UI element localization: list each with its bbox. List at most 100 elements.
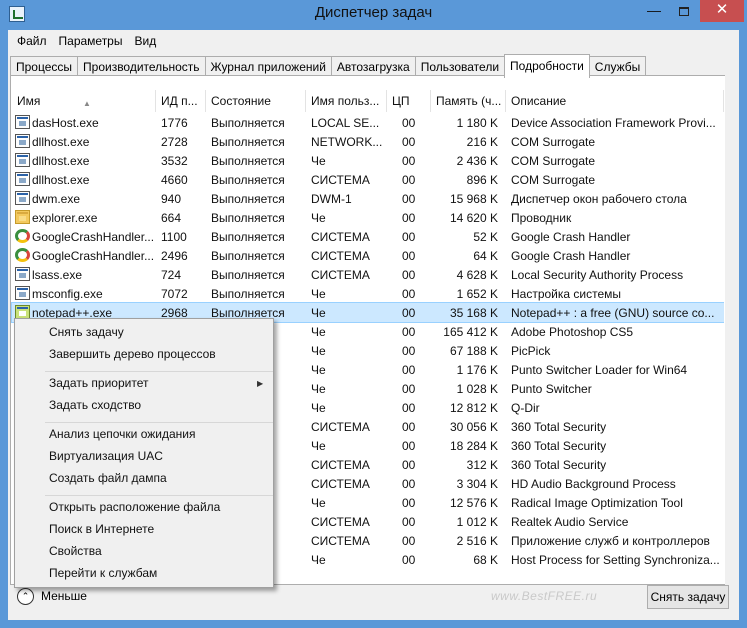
process-cpu: 00 (402, 382, 416, 396)
process-name: msconfig.exe (32, 287, 103, 301)
process-state: Выполняется (211, 249, 285, 263)
context-menu-item[interactable]: Перейти к службам (49, 566, 157, 580)
process-row[interactable]: msconfig.exe 7072 Выполняется Че 00 1 652 K На… (12, 284, 724, 303)
tab-app-history[interactable]: Журнал приложений (204, 56, 332, 77)
menu-bar: Файл Параметры Вид (8, 30, 739, 52)
process-memory: 12 812 K (449, 401, 498, 415)
process-cpu: 00 (402, 477, 416, 491)
process-state: Выполняется (211, 192, 285, 206)
tab-users[interactable]: Пользователи (414, 56, 506, 77)
process-row[interactable]: dasHost.exe 1776 Выполняется LOCAL SE... 00 1… (12, 113, 724, 132)
process-name: dwm.exe (32, 192, 81, 206)
process-state: Выполняется (211, 268, 285, 282)
google-process-icon (15, 248, 30, 262)
process-description: 360 Total Security (511, 458, 607, 472)
column-memory[interactable]: Память (ч... (431, 90, 506, 112)
process-memory: 896 K (466, 173, 498, 187)
process-user: LOCAL SE... (311, 116, 380, 130)
process-pid: 1776 (161, 116, 188, 130)
process-memory: 3 304 K (456, 477, 498, 491)
process-name: dllhost.exe (32, 173, 90, 187)
process-cpu: 00 (402, 363, 416, 377)
column-user[interactable]: Имя польз... (306, 90, 387, 112)
process-row[interactable]: dwm.exe 940 Выполняется DWM-1 00 15 968 K Дисп… (12, 189, 724, 208)
menu-view[interactable]: Вид (128, 30, 162, 52)
process-row[interactable]: dllhost.exe 2728 Выполняется NETWORK... 00 21… (12, 132, 724, 151)
maximize-button[interactable] (670, 0, 698, 22)
process-description: COM Surrogate (511, 135, 596, 149)
process-description: Приложение служб и контроллеров (511, 534, 710, 548)
tab-details[interactable]: Подробности (504, 54, 590, 78)
menu-options[interactable]: Параметры (53, 30, 129, 52)
column-cpu[interactable]: ЦП (387, 90, 431, 112)
fewer-details-link[interactable]: Меньше (41, 589, 87, 603)
app-process-icon (15, 267, 30, 281)
column-pid[interactable]: ИД п... (156, 90, 206, 112)
column-state[interactable]: Состояние (206, 90, 306, 112)
context-menu-item[interactable]: Завершить дерево процессов (49, 347, 216, 361)
tab-performance[interactable]: Производительность (77, 56, 206, 77)
process-user: Че (311, 306, 326, 320)
menu-file[interactable]: Файл (11, 30, 53, 52)
close-button[interactable]: ✕ (700, 0, 744, 22)
process-row[interactable]: explorer.exe 664 Выполняется Че 00 14 620 K Пр… (12, 208, 724, 227)
app-process-icon (15, 191, 30, 205)
process-memory: 1 028 K (456, 382, 498, 396)
tab-startup[interactable]: Автозагрузка (330, 56, 416, 77)
process-row[interactable]: dllhost.exe 4660 Выполняется СИСТЕМА 00 896 K… (12, 170, 724, 189)
process-description: Device Association Framework Provi... (511, 116, 716, 130)
watermark-text: www.BestFREE.ru (491, 589, 598, 603)
process-user: СИСТЕМА (311, 173, 370, 187)
process-description: Проводник (511, 211, 572, 225)
minimize-button[interactable]: — (640, 0, 668, 22)
process-memory: 216 K (466, 135, 498, 149)
process-pid: 664 (161, 211, 182, 225)
vertical-scrollbar[interactable] (724, 76, 725, 584)
app-process-icon (15, 134, 30, 148)
process-description: Local Security Authority Process (511, 268, 684, 282)
tab-strip: Процессы Производительность Журнал прило… (10, 54, 647, 78)
context-menu-item[interactable]: Открыть расположение файла (49, 500, 220, 514)
process-description: Radical Image Optimization Tool (511, 496, 683, 510)
process-user: СИСТЕМА (311, 477, 370, 491)
context-menu: Снять задачу Завершить дерево процессов За… (14, 318, 274, 588)
process-row[interactable]: GoogleCrashHandler... 1100 Выполняется СИСТ… (12, 227, 724, 246)
column-name[interactable]: Имя (12, 90, 156, 112)
process-pid: 2728 (161, 135, 188, 149)
process-description: Google Crash Handler (511, 230, 631, 244)
title-bar[interactable]: Диспетчер задач — ✕ (0, 0, 747, 30)
process-cpu: 00 (402, 154, 416, 168)
context-menu-item[interactable]: Снять задачу (49, 325, 124, 339)
context-menu-item[interactable]: Свойства (49, 544, 102, 558)
app-process-icon (15, 153, 30, 167)
process-description: Q-Dir (511, 401, 540, 415)
collapse-chevron-icon[interactable]: ⌃ (17, 588, 34, 605)
window-title: Диспетчер задач (314, 4, 433, 21)
process-row[interactable]: lsass.exe 724 Выполняется СИСТЕМА 00 4 628 K L… (12, 265, 724, 284)
google-process-icon (15, 229, 30, 243)
context-menu-item[interactable]: Анализ цепочки ожидания (49, 427, 195, 441)
process-user: Че (311, 553, 326, 567)
process-user: Че (311, 154, 326, 168)
process-cpu: 00 (402, 306, 416, 320)
tab-processes[interactable]: Процессы (10, 56, 79, 77)
process-memory: 1 180 K (456, 116, 498, 130)
end-task-button[interactable]: Снять задачу (647, 585, 729, 609)
process-user: Че (311, 344, 326, 358)
context-menu-item[interactable]: Задать сходство (49, 398, 141, 412)
process-state: Выполняется (211, 230, 285, 244)
tab-services[interactable]: Службы (588, 56, 647, 77)
process-description: COM Surrogate (511, 173, 596, 187)
process-cpu: 00 (402, 116, 416, 130)
process-user: DWM-1 (311, 192, 352, 206)
context-menu-item[interactable]: Задать приоритет (49, 376, 148, 390)
context-menu-item[interactable]: Создать файл дампа (49, 471, 167, 485)
column-description[interactable]: Описание (506, 90, 724, 112)
process-cpu: 00 (402, 439, 416, 453)
process-row[interactable]: GoogleCrashHandler... 2496 Выполняется СИСТ… (12, 246, 724, 265)
context-menu-item[interactable]: Виртуализация UAC (49, 449, 163, 463)
process-row[interactable]: dllhost.exe 3532 Выполняется Че 00 2 436 K COM… (12, 151, 724, 170)
process-pid: 2496 (161, 249, 188, 263)
context-menu-item[interactable]: Поиск в Интернете (49, 522, 154, 536)
process-cpu: 00 (402, 249, 416, 263)
